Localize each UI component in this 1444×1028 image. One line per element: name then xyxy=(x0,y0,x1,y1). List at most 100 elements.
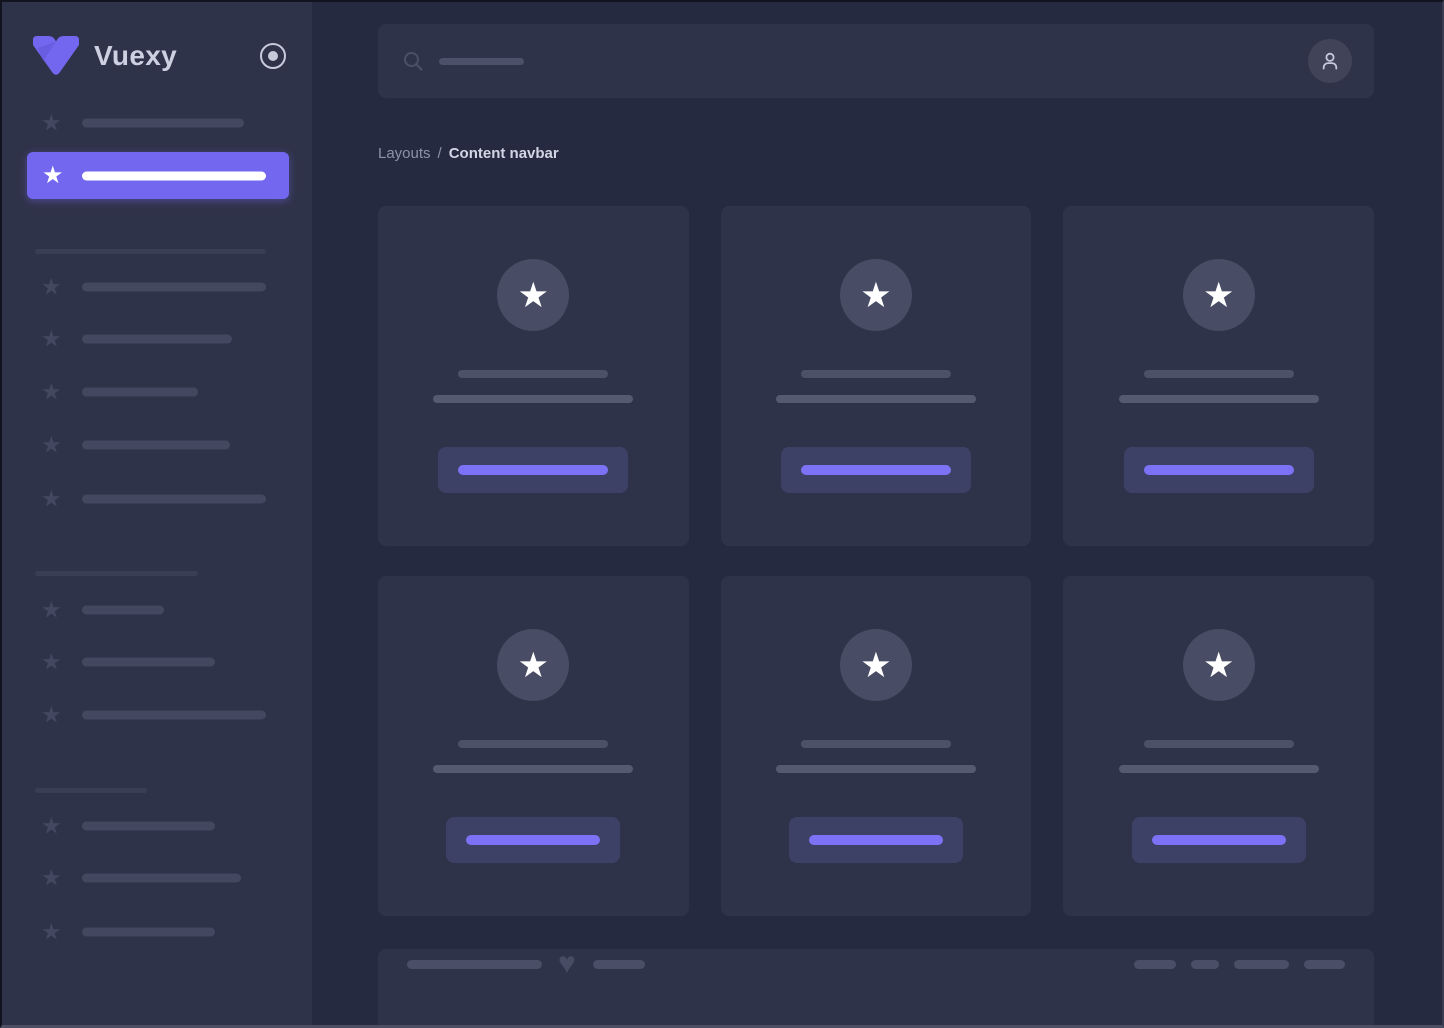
card-action-button[interactable] xyxy=(446,817,620,863)
content-area: Layouts / Content navbar ★ ★ xyxy=(312,2,1442,1025)
sidebar-menu-item[interactable]: ★ xyxy=(2,650,312,674)
card-action-button[interactable] xyxy=(781,447,971,493)
star-icon: ★ xyxy=(41,815,62,838)
sidebar-menu-item[interactable]: ★ xyxy=(2,275,312,299)
menu-label-skeleton xyxy=(82,119,244,128)
sidebar-menu-item[interactable]: ★ xyxy=(2,487,312,511)
star-icon: ★ xyxy=(41,434,62,457)
text-skeleton-line xyxy=(1119,395,1319,403)
sidebar-menu-item[interactable]: ★ xyxy=(2,433,312,457)
star-icon: ★ xyxy=(860,648,891,683)
footer-link-skeleton xyxy=(1134,960,1176,969)
card-action-button[interactable] xyxy=(1124,447,1314,493)
demo-card: ★ xyxy=(1063,576,1374,916)
star-icon: ★ xyxy=(42,164,64,188)
text-skeleton-line xyxy=(1119,765,1319,773)
star-icon: ★ xyxy=(41,921,62,944)
star-icon: ★ xyxy=(41,328,62,351)
menu-label-skeleton xyxy=(82,283,266,292)
footer-text-skeleton xyxy=(407,960,542,969)
search-icon xyxy=(402,50,424,72)
menu-label-skeleton xyxy=(82,441,230,450)
star-icon: ★ xyxy=(41,867,62,890)
breadcrumb: Layouts / Content navbar xyxy=(378,145,1374,162)
text-skeleton-line xyxy=(801,370,951,378)
star-icon: ★ xyxy=(518,278,549,313)
text-skeleton-line xyxy=(801,740,951,748)
menu-label-skeleton xyxy=(82,928,215,937)
card-grid: ★ ★ ★ xyxy=(378,206,1374,916)
top-navbar xyxy=(378,24,1374,98)
text-skeleton-line xyxy=(1144,740,1294,748)
app-screen: Vuexy ★ ★ ★ ★ xyxy=(0,0,1444,1028)
menu-section-divider xyxy=(35,571,198,576)
button-label-skeleton xyxy=(801,465,951,475)
search-placeholder-skeleton xyxy=(439,58,524,65)
star-icon: ★ xyxy=(41,651,62,674)
footer-link-skeleton xyxy=(1234,960,1289,969)
card-avatar: ★ xyxy=(840,259,912,331)
star-icon: ★ xyxy=(41,112,62,135)
sidebar-menu-item[interactable]: ★ xyxy=(2,598,312,622)
star-icon: ★ xyxy=(1203,648,1234,683)
sidebar-menu-item[interactable]: ★ xyxy=(2,111,312,135)
star-icon: ★ xyxy=(518,648,549,683)
footer-link-skeleton xyxy=(1191,960,1219,969)
menu-label-skeleton xyxy=(82,335,232,344)
card-avatar: ★ xyxy=(497,629,569,701)
menu-label-skeleton xyxy=(82,495,266,504)
text-skeleton-line xyxy=(776,395,976,403)
star-icon: ★ xyxy=(41,276,62,299)
demo-card: ★ xyxy=(721,576,1032,916)
demo-card: ★ xyxy=(721,206,1032,546)
footer-link-skeleton xyxy=(1304,960,1345,969)
menu-label-skeleton xyxy=(82,822,215,831)
card-avatar: ★ xyxy=(497,259,569,331)
footer-links xyxy=(1134,960,1345,969)
star-icon: ★ xyxy=(860,278,891,313)
star-icon: ★ xyxy=(41,704,62,727)
menu-label-skeleton xyxy=(82,171,266,180)
sidebar-menu-item[interactable]: ★ xyxy=(2,380,312,404)
card-avatar: ★ xyxy=(1183,629,1255,701)
heart-icon: ♥ xyxy=(558,949,576,979)
demo-card: ★ xyxy=(1063,206,1374,546)
breadcrumb-current-page: Content navbar xyxy=(449,145,559,162)
text-skeleton-line xyxy=(458,740,608,748)
card-avatar: ★ xyxy=(840,629,912,701)
button-label-skeleton xyxy=(1144,465,1294,475)
card-avatar: ★ xyxy=(1183,259,1255,331)
menu-section-divider xyxy=(35,788,147,793)
card-action-button[interactable] xyxy=(789,817,963,863)
text-skeleton-line xyxy=(776,765,976,773)
person-icon xyxy=(1318,49,1342,73)
menu-label-skeleton xyxy=(82,606,164,615)
user-avatar[interactable] xyxy=(1308,39,1352,83)
demo-card: ★ xyxy=(378,576,689,916)
button-label-skeleton xyxy=(1152,835,1286,845)
text-skeleton-line xyxy=(433,765,633,773)
menu-label-skeleton xyxy=(82,388,198,397)
text-skeleton-line xyxy=(458,370,608,378)
demo-card: ★ xyxy=(378,206,689,546)
button-label-skeleton xyxy=(458,465,608,475)
button-label-skeleton xyxy=(809,835,943,845)
footer: ♥ xyxy=(378,949,1374,1028)
star-icon: ★ xyxy=(41,599,62,622)
menu-section-divider xyxy=(35,249,266,254)
star-icon: ★ xyxy=(1203,278,1234,313)
sidebar-menu-item[interactable]: ★ xyxy=(2,920,312,944)
card-action-button[interactable] xyxy=(1132,817,1306,863)
sidebar-menu-item[interactable]: ★ xyxy=(2,327,312,351)
sidebar-menu-item-active[interactable]: ★ xyxy=(27,152,289,199)
text-skeleton-line xyxy=(433,395,633,403)
card-action-button[interactable] xyxy=(438,447,628,493)
menu-label-skeleton xyxy=(82,658,215,667)
sidebar-menu-item[interactable]: ★ xyxy=(2,703,312,727)
text-skeleton-line xyxy=(1144,370,1294,378)
search-input[interactable] xyxy=(402,24,1308,98)
breadcrumb-separator: / xyxy=(438,145,442,162)
sidebar-menu-item[interactable]: ★ xyxy=(2,814,312,838)
breadcrumb-link-layouts[interactable]: Layouts xyxy=(378,145,431,162)
sidebar-menu-item[interactable]: ★ xyxy=(2,866,312,890)
